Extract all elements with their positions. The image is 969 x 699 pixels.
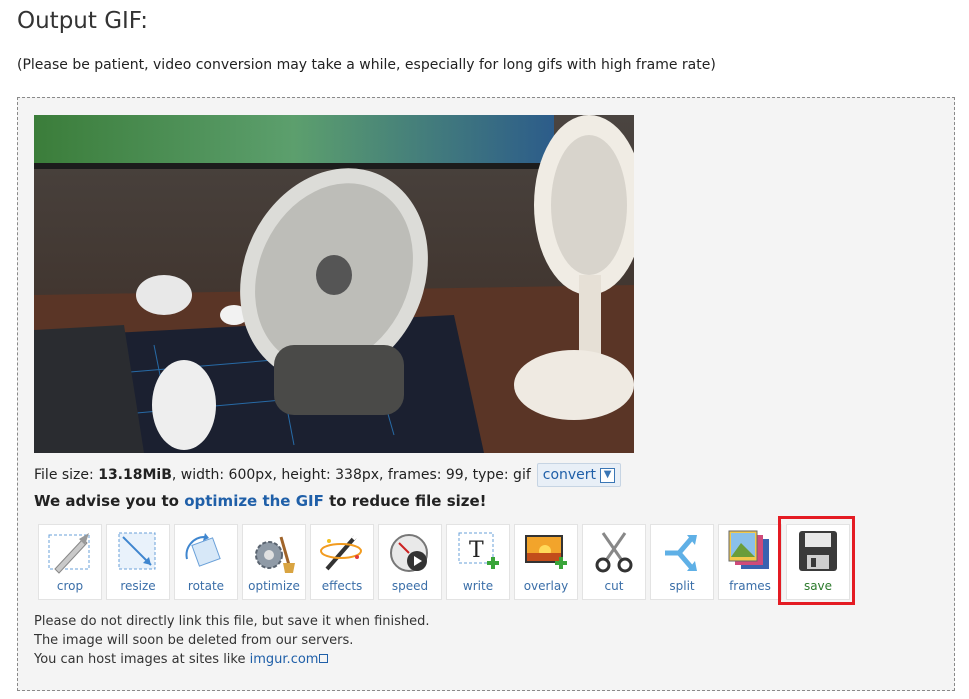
cut-icon	[595, 532, 633, 573]
resize-icon	[118, 532, 156, 570]
file-size-value: 13.18MiB	[98, 467, 172, 483]
tool-rotate[interactable]: rotate	[174, 524, 238, 600]
optimize-advice: We advise you to optimize the GIF to red…	[34, 492, 487, 510]
tool-crop[interactable]: crop	[38, 524, 102, 600]
tool-write[interactable]: T write	[446, 524, 510, 600]
page-title: Output GIF:	[17, 8, 149, 34]
tool-optimize[interactable]: optimize	[242, 524, 306, 600]
optimize-link[interactable]: optimize the GIF	[184, 492, 324, 510]
crop-icon	[48, 533, 90, 574]
tool-overlay[interactable]: overlay	[514, 524, 578, 600]
write-icon: T	[458, 532, 499, 569]
file-size-label: File size:	[34, 467, 94, 483]
tool-frames[interactable]: frames	[718, 524, 782, 600]
save-icon	[799, 531, 837, 571]
tool-split[interactable]: split	[650, 524, 714, 600]
file-info: File size: 13.18MiB, width: 600px, heigh…	[34, 463, 622, 487]
tool-cut[interactable]: cut	[582, 524, 646, 600]
rotate-icon	[185, 533, 221, 567]
toolbar: crop resize rotate optimize effects spee…	[38, 524, 850, 600]
frames-icon	[728, 530, 769, 569]
convert-label: convert	[542, 467, 597, 483]
convert-button[interactable]: convert ▼	[536, 463, 622, 487]
imgur-link[interactable]: imgur.com	[250, 652, 319, 667]
file-dimensions: , width: 600px, height: 338px, frames: 9…	[171, 467, 531, 483]
tool-save[interactable]: save	[786, 524, 850, 600]
external-link-icon	[319, 654, 329, 663]
optimize-icon	[255, 536, 295, 573]
effects-icon	[320, 533, 362, 571]
split-icon	[665, 535, 697, 571]
tool-speed[interactable]: speed	[378, 524, 442, 600]
tool-effects[interactable]: effects	[310, 524, 374, 600]
conversion-note: (Please be patient, video conversion may…	[17, 57, 716, 73]
speed-icon	[390, 534, 428, 572]
gif-preview-image	[34, 115, 634, 453]
output-panel: File size: 13.18MiB, width: 600px, heigh…	[17, 97, 955, 691]
download-arrow-icon: ▼	[600, 467, 616, 483]
overlay-icon	[525, 535, 567, 569]
tool-resize[interactable]: resize	[106, 524, 170, 600]
hosting-notes: Please do not directly link this file, b…	[34, 614, 430, 667]
svg-text:T: T	[469, 538, 484, 563]
